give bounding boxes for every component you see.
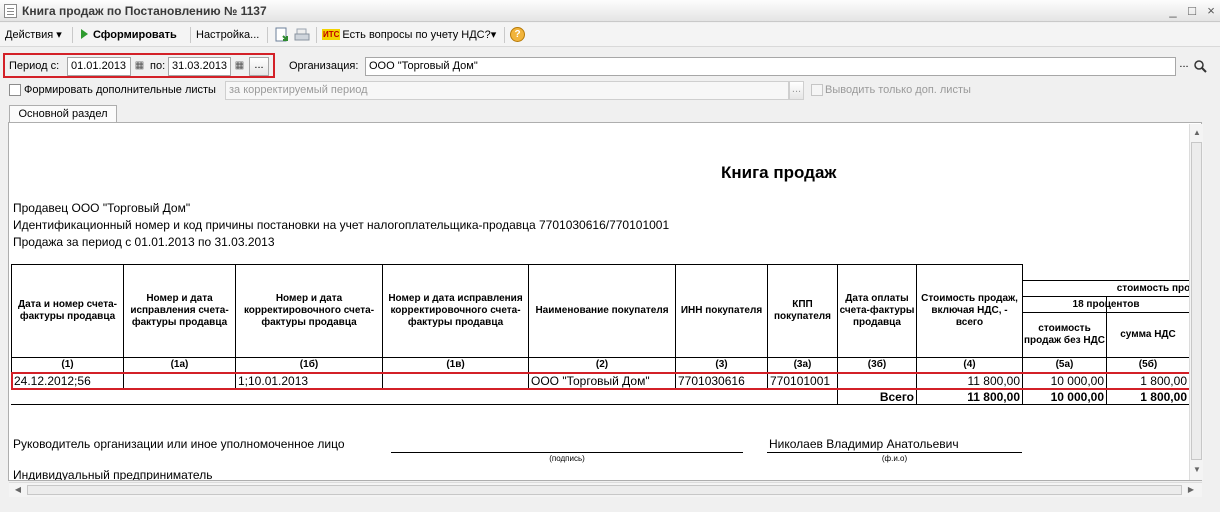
col-number: (3б) xyxy=(867,359,887,370)
col-header-invoice: Дата и номер счета-фактуры продавца xyxy=(17,299,118,322)
col-number: (5б) xyxy=(1138,359,1158,370)
only-additional-checkbox[interactable] xyxy=(811,84,823,96)
total-sales-no-vat: 10 000,00 xyxy=(1050,390,1104,404)
col-number: (4) xyxy=(963,359,976,370)
only-additional-label: Выводить только доп. листы xyxy=(825,84,971,96)
settings-button[interactable]: Настройка... xyxy=(196,26,259,44)
scroll-left-icon[interactable]: ◀ xyxy=(12,485,24,494)
col-number: (3а) xyxy=(793,359,812,370)
col-number: (3) xyxy=(715,359,728,370)
report-title: Книга продаж xyxy=(721,163,837,182)
print-icon[interactable] xyxy=(294,27,310,43)
organization-field[interactable]: ООО "Торговый Дом" xyxy=(365,57,1176,76)
toolbar-separator xyxy=(504,27,505,43)
toolbar: Действия ▾ Сформировать Настройка... ИТС… xyxy=(0,23,1220,47)
calendar-icon[interactable]: ▦ xyxy=(232,58,247,75)
period-from-label: Период с: xyxy=(9,60,60,72)
toolbar-separator xyxy=(190,27,191,43)
total-label: Всего xyxy=(879,390,914,404)
col-number: (5а) xyxy=(1055,359,1074,370)
name-line xyxy=(767,452,1022,453)
toolbar-separator xyxy=(267,27,268,43)
dropdown-arrow-icon: ▾ xyxy=(56,29,62,41)
organization-label: Организация: xyxy=(289,60,359,72)
calendar-icon[interactable]: ▦ xyxy=(132,58,147,75)
corrected-period-field[interactable]: за корректируемый период xyxy=(225,81,789,100)
organization-select-button[interactable]: ... xyxy=(1176,57,1192,76)
grid-line xyxy=(11,357,1201,358)
col-header-buyer-inn: ИНН покупателя xyxy=(680,305,763,316)
vat-questions-button[interactable]: ИТС Есть вопросы по учету НДС?▾ xyxy=(322,26,496,44)
col-number: (1в) xyxy=(446,359,465,370)
col-header-sales-group: стоимость прода xyxy=(1116,282,1202,294)
col-number: (1) xyxy=(61,359,74,370)
toolbar-separator xyxy=(316,27,317,43)
report-spreadsheet[interactable]: Книга продаж Продавец ООО "Торговый Дом"… xyxy=(8,122,1202,481)
total-vat-amount: 1 800,00 xyxy=(1140,390,1187,404)
col-header-correction-fix: Номер и дата исправления корректировочно… xyxy=(388,293,523,328)
grid-line xyxy=(11,404,1201,405)
toolbar-separator xyxy=(72,27,73,43)
help-icon[interactable]: ? xyxy=(510,27,525,42)
close-button[interactable]: × xyxy=(1202,3,1220,19)
col-header-18-percent: 18 процентов xyxy=(1072,298,1140,310)
save-report-icon[interactable] xyxy=(274,27,290,43)
its-badge-icon: ИТС xyxy=(322,29,341,40)
minimize-button[interactable]: _ xyxy=(1164,3,1182,19)
corrected-period-select-button[interactable]: ... xyxy=(789,81,804,100)
period-to-label: по: xyxy=(150,60,166,72)
signature-caption: (подпись) xyxy=(549,454,585,463)
col-header-sales-no-vat: стоимость продаж без НДС xyxy=(1024,323,1105,346)
additional-sheets-label: Формировать дополнительные листы xyxy=(24,84,216,96)
scroll-thumb[interactable] xyxy=(27,485,1182,495)
col-header-invoice-fix: Номер и дата исправления счета-фактуры п… xyxy=(130,293,229,328)
scroll-up-icon[interactable]: ▲ xyxy=(1191,128,1203,137)
vertical-scrollbar[interactable]: ▲ ▼ xyxy=(1189,124,1203,480)
signature-line xyxy=(391,452,743,453)
dropdown-arrow-icon: ▾ xyxy=(490,29,497,41)
col-header-buyer-name: Наименование покупателя xyxy=(535,305,669,316)
col-number: (1б) xyxy=(299,359,319,370)
scroll-thumb[interactable] xyxy=(1191,142,1202,460)
tab-main-section[interactable]: Основной раздел xyxy=(9,105,117,123)
scroll-down-icon[interactable]: ▼ xyxy=(1191,465,1203,474)
col-header-correction: Номер и дата корректировочного счета-фак… xyxy=(243,293,375,328)
inn-kpp-line: Идентификационный номер и код причины по… xyxy=(13,218,670,232)
row-highlight xyxy=(11,372,1191,390)
seller-line: Продавец ООО "Торговый Дом" xyxy=(13,201,191,215)
period-select-button[interactable]: ... xyxy=(249,57,269,76)
actions-menu-button[interactable]: Действия ▾ xyxy=(5,26,62,44)
col-header-payment-date: Дата оплаты счета-фактуры продавца xyxy=(839,293,915,328)
play-icon xyxy=(81,29,88,39)
horizontal-scrollbar[interactable]: ◀ ▶ xyxy=(9,482,1202,497)
search-icon[interactable] xyxy=(1193,59,1207,73)
generate-button[interactable]: Сформировать xyxy=(81,26,177,44)
window-titlebar: Книга продаж по Постановлению № 1137 _ □… xyxy=(0,0,1220,22)
col-header-vat-amount: сумма НДС xyxy=(1120,329,1176,340)
name-caption: (ф.и.о) xyxy=(881,454,908,463)
col-number: (2) xyxy=(595,359,609,370)
period-from-field[interactable]: 01.01.2013 xyxy=(67,57,131,76)
maximize-button[interactable]: □ xyxy=(1183,3,1201,19)
window-title: Книга продаж по Постановлению № 1137 xyxy=(22,4,267,18)
total-sales: 11 800,00 xyxy=(967,390,1020,404)
col-number: (1а) xyxy=(170,359,189,370)
col-header-buyer-kpp: КПП покупателя xyxy=(774,299,831,322)
period-line: Продажа за период с 01.01.2013 по 31.03.… xyxy=(13,235,275,249)
additional-sheets-checkbox[interactable] xyxy=(9,84,21,96)
entrepreneur-label: Индивидуальный предприниматель xyxy=(13,468,213,481)
head-label: Руководитель организации или иное уполно… xyxy=(13,437,345,451)
document-icon xyxy=(4,4,17,18)
period-to-field[interactable]: 31.03.2013 xyxy=(168,57,231,76)
head-name: Николаев Владимир Анатольевич xyxy=(769,437,959,451)
col-header-total-sales: Стоимость продаж, включая НДС, - всего xyxy=(921,293,1018,328)
scroll-right-icon[interactable]: ▶ xyxy=(1185,485,1197,494)
